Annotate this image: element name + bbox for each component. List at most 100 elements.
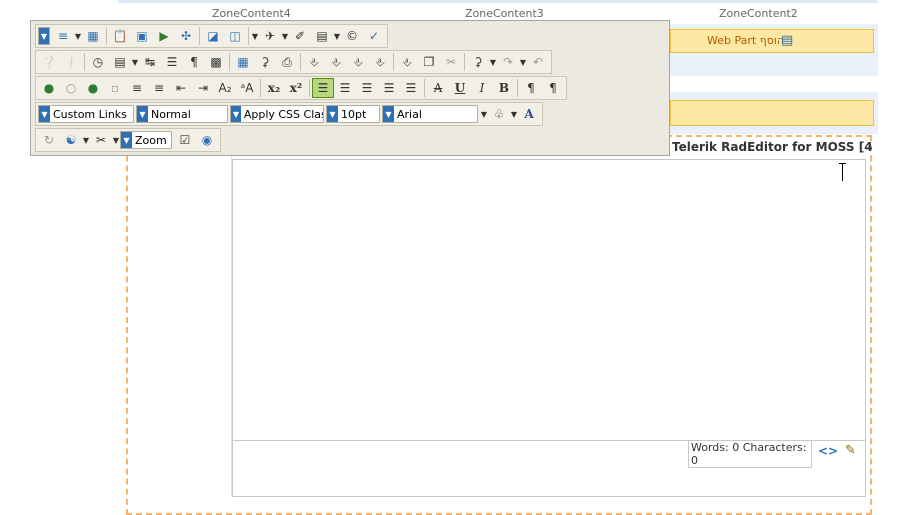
ordered-list-icon[interactable]: ☰ xyxy=(161,52,183,72)
text-cursor xyxy=(842,163,843,181)
find-icon[interactable]: ⚳ xyxy=(254,52,276,72)
redo-icon[interactable]: ↷ xyxy=(497,52,519,72)
outdent-icon[interactable]: ⇤ xyxy=(170,78,192,98)
insert-snippet-icon[interactable]: ↹ xyxy=(139,52,161,72)
xhtml-validator-icon[interactable]: ◉ xyxy=(196,130,218,150)
underline-icon[interactable]: U xyxy=(449,78,471,98)
bullet-list-icon[interactable]: ≡ xyxy=(126,78,148,98)
editor-content-area[interactable] xyxy=(232,159,866,441)
hyperlink-icon[interactable]: ● xyxy=(38,78,60,98)
paste-word-cleanup-icon[interactable]: ⎀ xyxy=(347,52,369,72)
justify-justify-icon[interactable]: ☰ xyxy=(334,78,356,98)
horizontal-rule-icon[interactable]: ▫ xyxy=(104,78,126,98)
cut-icon[interactable]: ✂ xyxy=(440,52,462,72)
document-manager-icon[interactable]: ● xyxy=(82,78,104,98)
chevron-down-icon[interactable]: ▼ xyxy=(39,106,50,122)
paragraph-style-dropdown[interactable]: ▼ Normal xyxy=(136,105,228,123)
separator xyxy=(424,79,425,97)
repeat-last-command-icon[interactable]: ↻ xyxy=(38,130,60,150)
format-code-block-icon[interactable]: ✂ xyxy=(90,130,112,150)
chevron-down-icon[interactable]: ▼ xyxy=(281,26,289,46)
track-changes-icon[interactable]: ☑ xyxy=(174,130,196,150)
about-icon[interactable]: ❕ xyxy=(60,52,82,72)
bold-icon[interactable]: B xyxy=(493,78,515,98)
format-stripper-icon[interactable]: ✐ xyxy=(289,26,311,46)
numbered-list-icon[interactable]: ≡ xyxy=(148,78,170,98)
undo-icon[interactable]: ↶ xyxy=(527,52,549,72)
justify-full-icon[interactable]: ☰ xyxy=(312,78,334,98)
foreground-color-icon[interactable]: A xyxy=(518,104,540,124)
insert-date-icon[interactable]: ▤ xyxy=(109,52,131,72)
chevron-down-icon[interactable]: ▼ xyxy=(510,104,518,124)
chevron-down-icon[interactable]: ▼ xyxy=(74,26,82,46)
media-manager-icon[interactable]: ▶ xyxy=(153,26,175,46)
select-all-icon[interactable]: ▦ xyxy=(232,52,254,72)
paragraph-icon[interactable]: ¶ xyxy=(183,52,205,72)
subscript-style-icon[interactable]: A₂ xyxy=(214,78,236,98)
justify-right-icon[interactable]: ☰ xyxy=(400,78,422,98)
chevron-down-icon[interactable]: ▼ xyxy=(480,104,488,124)
justify-left-icon[interactable]: ☰ xyxy=(356,78,378,98)
flash-icon[interactable]: ✣ xyxy=(175,26,197,46)
chevron-down-icon[interactable]: ▼ xyxy=(251,26,259,46)
template-manager-icon[interactable]: ▤ xyxy=(311,26,333,46)
insert-list-icon[interactable]: ≡ xyxy=(52,26,74,46)
add-webpart-bar[interactable]: Web Part הוסף ▤ xyxy=(670,29,874,53)
chevron-down-icon[interactable]: ▼ xyxy=(383,106,394,122)
font-name-dropdown[interactable]: ▼ Arial xyxy=(382,105,478,123)
spellcheck-icon[interactable]: ✓ xyxy=(363,26,385,46)
help-icon[interactable]: ❔ xyxy=(38,52,60,72)
module-manager-icon[interactable]: ☯ xyxy=(60,130,82,150)
subscript-icon[interactable]: x₂ xyxy=(263,78,285,98)
image-map-icon[interactable]: ◪ xyxy=(202,26,224,46)
css-class-dropdown[interactable]: ▼ Apply CSS Class xyxy=(230,105,324,123)
superscript-icon[interactable]: x² xyxy=(285,78,307,98)
add-webpart-bar-2[interactable] xyxy=(670,100,874,126)
chevron-down-icon[interactable]: ▼ xyxy=(131,52,139,72)
font-size-dropdown[interactable]: ▼ 10pt xyxy=(326,105,380,123)
chevron-down-icon[interactable]: ▼ xyxy=(231,106,241,122)
italic-icon[interactable]: I xyxy=(471,78,493,98)
zoom-dropdown[interactable]: ▼ Zoom xyxy=(120,131,172,149)
background-color-icon[interactable]: ♧ xyxy=(488,104,510,124)
image-manager-icon[interactable]: ◫ xyxy=(224,26,246,46)
paste-word-icon[interactable]: 📋 xyxy=(109,26,131,46)
copyright-icon[interactable]: © xyxy=(341,26,363,46)
copy-icon[interactable]: ❐ xyxy=(418,52,440,72)
chevron-down-icon[interactable]: ▼ xyxy=(112,130,120,150)
flash-manager-icon[interactable]: ▣ xyxy=(131,26,153,46)
chevron-down-icon[interactable]: ▼ xyxy=(137,106,148,122)
paste-html-icon[interactable]: ⎀ xyxy=(325,52,347,72)
rtl-direction-icon[interactable]: ¶ xyxy=(542,78,564,98)
paste-plain-icon[interactable]: ⎀ xyxy=(303,52,325,72)
unlink-icon[interactable]: ○ xyxy=(60,78,82,98)
chevron-down-icon[interactable]: ▼ xyxy=(82,130,90,150)
justify-center-icon[interactable]: ☰ xyxy=(378,78,400,98)
toolbar-row-2: ❔ ❕ ◷ ▤ ▼ ↹ ☰ ¶ ▩ ▦ ⚳ ⎙ ⎀ ⎀ ⎀ ⎀ ⎀ ❐ ✂ ⚳ … xyxy=(35,50,552,74)
properties-icon[interactable]: ✈ xyxy=(259,26,281,46)
ltr-direction-icon[interactable]: ¶ xyxy=(520,78,542,98)
print-icon[interactable]: ⎙ xyxy=(276,52,298,72)
superscript-style-icon[interactable]: ᵃA xyxy=(236,78,258,98)
indent-icon[interactable]: ⇥ xyxy=(192,78,214,98)
design-mode-pencil-icon[interactable]: ✎ xyxy=(845,443,856,458)
format-dropdown[interactable]: ▼ xyxy=(38,27,50,45)
form-element-icon[interactable]: ▩ xyxy=(205,52,227,72)
chevron-down-icon[interactable]: ▼ xyxy=(519,52,527,72)
find-replace-icon[interactable]: ⚳ xyxy=(467,52,489,72)
separator xyxy=(248,27,249,45)
paragraph-style-label: Normal xyxy=(151,107,191,121)
insert-time-icon[interactable]: ◷ xyxy=(87,52,109,72)
add-webpart-label[interactable]: Web Part הוסף xyxy=(707,34,784,47)
chevron-down-icon[interactable]: ▼ xyxy=(489,52,497,72)
chevron-down-icon[interactable]: ▼ xyxy=(121,132,132,148)
chevron-down-icon[interactable]: ▼ xyxy=(333,26,341,46)
html-mode-icon[interactable]: <> xyxy=(818,444,838,458)
strikethrough-icon[interactable]: A xyxy=(427,78,449,98)
chevron-down-icon[interactable]: ▼ xyxy=(327,106,338,122)
custom-links-dropdown[interactable]: ▼ Custom Links xyxy=(38,105,134,123)
table-icon[interactable]: ▦ xyxy=(82,26,104,46)
add-webpart-icon[interactable]: ▤ xyxy=(781,33,793,48)
paste-as-html-icon[interactable]: ⎀ xyxy=(369,52,391,72)
paste-icon[interactable]: ⎀ xyxy=(396,52,418,72)
